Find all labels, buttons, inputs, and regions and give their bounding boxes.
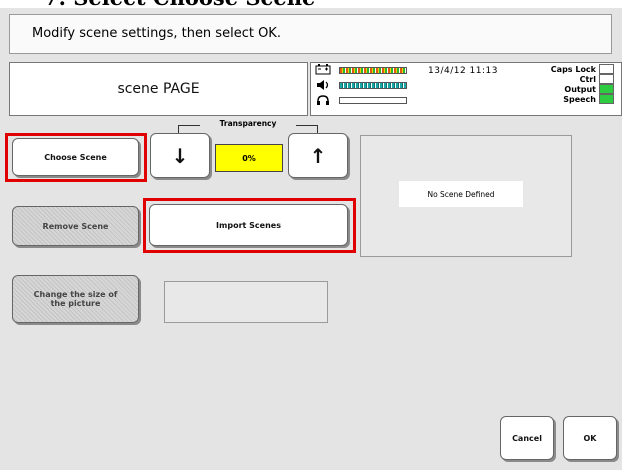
indicator-label: Ctrl	[579, 74, 596, 84]
instruction-bar: Modify scene settings, then select OK.	[9, 14, 612, 54]
no-scene-text: No Scene Defined	[427, 189, 495, 199]
indicator-ctrl: Ctrl	[524, 74, 614, 84]
indicator-caps-lock: Caps Lock	[524, 64, 614, 74]
indicator-light	[599, 84, 614, 94]
battery-meter	[339, 67, 407, 74]
transparency-value: 0%	[215, 144, 283, 172]
change-size-label: Change the size of the picture	[33, 290, 118, 308]
choose-scene-button[interactable]: Choose Scene	[12, 138, 139, 176]
transparency-up-button[interactable]: ↑	[288, 133, 348, 178]
page-title-text: scene PAGE	[117, 81, 200, 97]
remove-scene-button[interactable]: Remove Scene	[12, 206, 139, 246]
change-size-button[interactable]: Change the size of the picture	[12, 275, 139, 323]
cancel-label: Cancel	[512, 433, 542, 443]
page-title: scene PAGE	[9, 62, 308, 116]
speech-meter	[339, 97, 407, 104]
cancel-button[interactable]: Cancel	[500, 416, 554, 460]
transparency-legend: Transparency	[200, 117, 296, 131]
volume-meter	[339, 82, 407, 89]
transparency-value-text: 0%	[242, 153, 256, 163]
headphone-icon	[313, 94, 333, 110]
remove-scene-label: Remove Scene	[42, 221, 109, 231]
indicator-light	[599, 74, 614, 84]
indicator-label: Speech	[563, 94, 596, 104]
arrow-up-icon: ↑	[309, 143, 327, 168]
import-scenes-label: Import Scenes	[216, 220, 281, 230]
arrow-down-icon: ↓	[171, 143, 189, 168]
choose-scene-label: Choose Scene	[44, 152, 107, 162]
datetime-display: 13/4/12 11:13	[428, 66, 498, 76]
key-indicators: Caps Lock Ctrl Output Speech	[524, 64, 614, 104]
transparency-down-button[interactable]: ↓	[150, 133, 210, 178]
indicator-speech: Speech	[524, 94, 614, 104]
import-scenes-button[interactable]: Import Scenes	[149, 204, 348, 246]
picture-size-display	[164, 281, 328, 323]
indicator-label: Output	[564, 84, 596, 94]
no-scene-message: No Scene Defined	[399, 181, 523, 207]
battery-icon	[313, 64, 333, 79]
indicator-light	[599, 64, 614, 74]
ok-label: OK	[583, 433, 597, 443]
speaker-icon	[313, 79, 333, 95]
indicator-output: Output	[524, 84, 614, 94]
indicator-light	[599, 94, 614, 104]
ok-button[interactable]: OK	[563, 416, 617, 460]
indicator-label: Caps Lock	[550, 64, 596, 74]
